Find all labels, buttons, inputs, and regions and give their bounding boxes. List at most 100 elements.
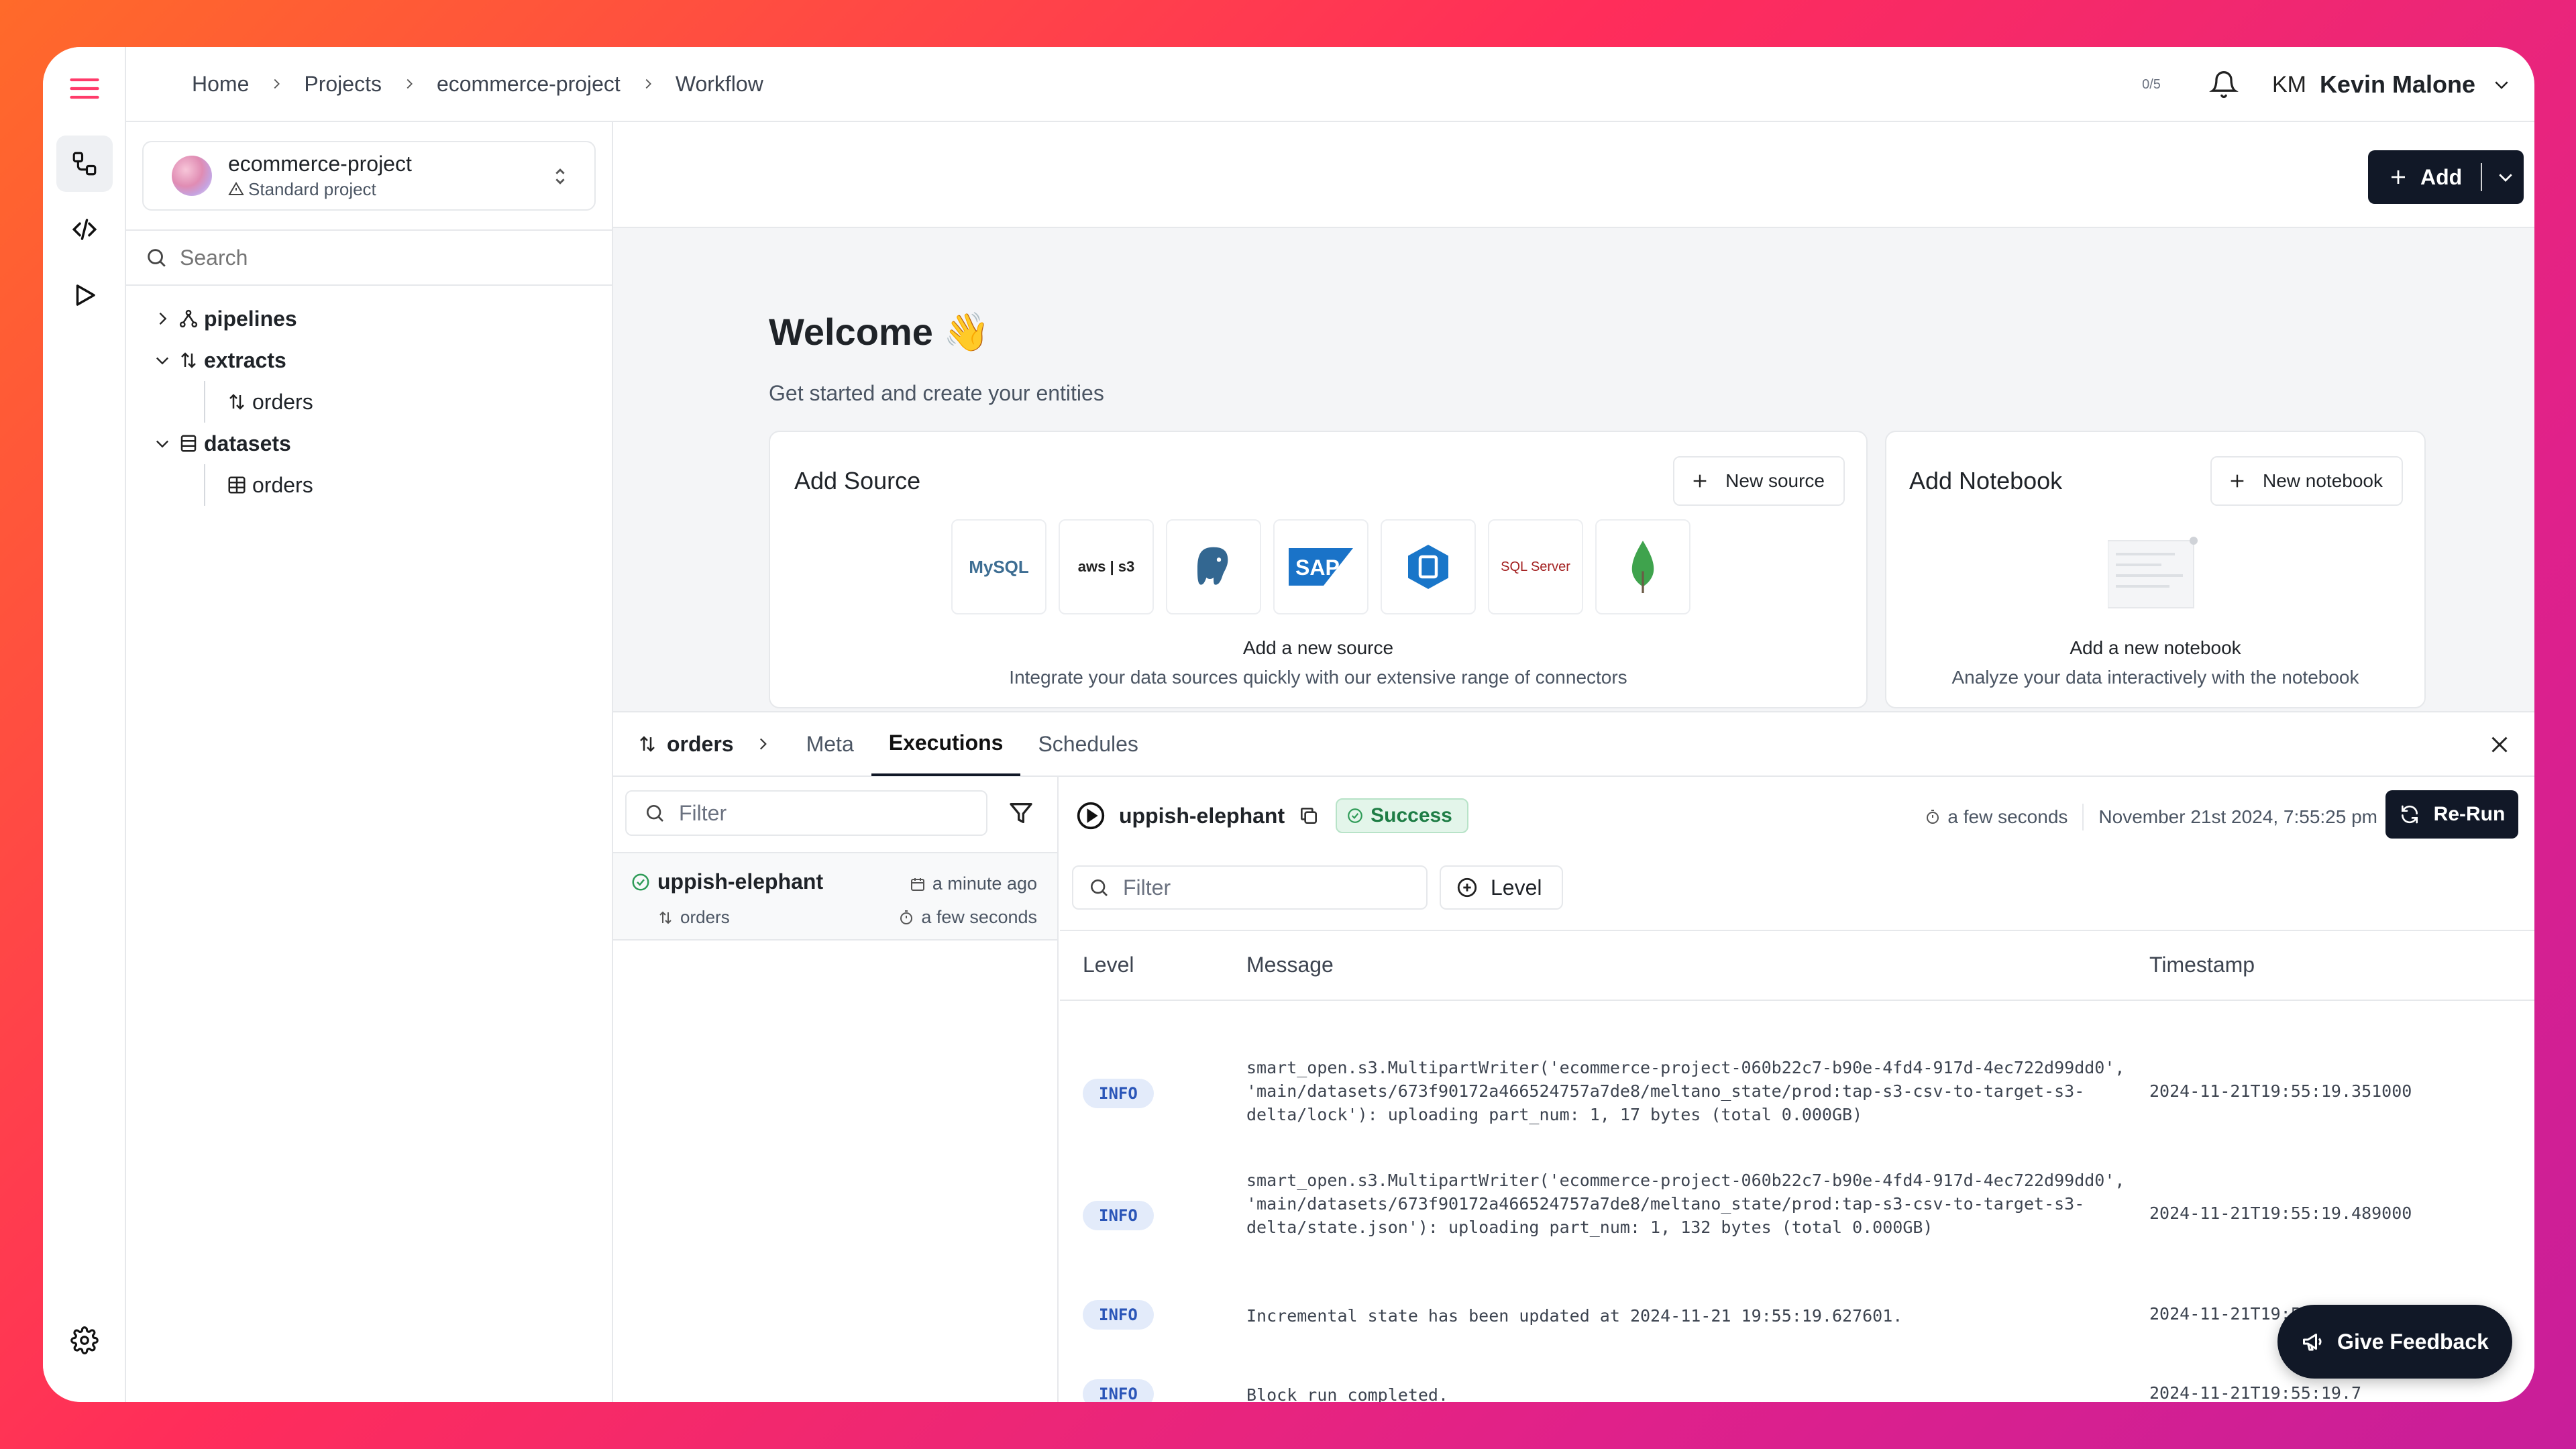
menu-icon[interactable] bbox=[67, 71, 102, 106]
source-description: Integrate your data sources quickly with… bbox=[1009, 667, 1627, 688]
new-notebook-button[interactable]: New notebook bbox=[2210, 456, 2403, 506]
execution-duration-label: a few seconds bbox=[921, 907, 1037, 927]
run-header: uppish-elephant Success bbox=[1076, 796, 1468, 836]
chevron-down-icon[interactable] bbox=[153, 434, 172, 453]
give-feedback-button[interactable]: Give Feedback bbox=[2277, 1305, 2512, 1379]
close-icon[interactable] bbox=[2487, 733, 2512, 757]
give-feedback-label: Give Feedback bbox=[2337, 1329, 2489, 1354]
notebook-preview-icon bbox=[2108, 537, 2198, 608]
add-button[interactable]: Add bbox=[2368, 150, 2524, 204]
sidebar-search-input[interactable] bbox=[180, 245, 555, 270]
source-caption: Add a new source bbox=[1242, 637, 1394, 658]
megaphone-icon bbox=[2303, 1334, 2322, 1351]
arrows-updown-icon bbox=[640, 736, 655, 752]
run-nav-button[interactable] bbox=[56, 267, 113, 323]
project-sidebar: ecommerce-project Standard project pipel… bbox=[126, 122, 613, 1402]
tab-executions[interactable]: Executions bbox=[871, 712, 1021, 776]
level-filter-button[interactable]: Level bbox=[1440, 865, 1563, 910]
welcome-subtitle: Get started and create your entities bbox=[769, 381, 1104, 405]
new-source-button[interactable]: New source bbox=[1673, 456, 1845, 506]
arrows-updown-icon bbox=[229, 394, 244, 410]
workflow-nav-button[interactable] bbox=[56, 136, 113, 192]
chevron-updown-icon bbox=[555, 168, 565, 184]
tree-label: datasets bbox=[204, 431, 291, 455]
chevron-down-icon[interactable] bbox=[153, 351, 172, 370]
new-source-label: New source bbox=[1725, 470, 1825, 491]
chevron-down-icon[interactable] bbox=[2496, 167, 2516, 187]
tree-guide bbox=[204, 381, 205, 423]
plus-icon bbox=[2392, 170, 2405, 184]
arrows-updown-icon bbox=[181, 352, 196, 368]
project-name: ecommerce-project bbox=[228, 152, 412, 176]
azure-db-icon bbox=[1408, 545, 1448, 589]
level-badge: INFO bbox=[1083, 1079, 1154, 1108]
connector-sap[interactable]: SAP bbox=[1273, 519, 1368, 614]
tree-item-pipelines[interactable]: pipelines bbox=[126, 298, 612, 339]
chevron-right-icon[interactable] bbox=[153, 309, 172, 328]
run-name: uppish-elephant bbox=[1119, 803, 1285, 828]
search-icon bbox=[1091, 879, 1108, 896]
breadcrumb-workflow[interactable]: Workflow bbox=[676, 72, 763, 97]
tree-item-datasets-orders[interactable]: orders bbox=[126, 464, 612, 506]
breadcrumb-home[interactable]: Home bbox=[192, 72, 249, 97]
bell-icon[interactable] bbox=[2208, 70, 2239, 99]
log-filter[interactable]: Filter bbox=[1072, 865, 1428, 910]
chevron-right-icon bbox=[645, 78, 651, 89]
plus-icon bbox=[2231, 474, 2244, 488]
table-row[interactable]: INFO Block run completed. 2024-11-21T19:… bbox=[1060, 1379, 2534, 1402]
chevron-right-icon bbox=[407, 78, 413, 89]
log-timestamp: 2024-11-21T19:55:19.7 bbox=[2149, 1383, 2362, 1402]
tree-label: pipelines bbox=[204, 306, 297, 331]
connector-mongodb[interactable] bbox=[1595, 519, 1690, 614]
breadcrumb-project[interactable]: ecommerce-project bbox=[437, 72, 621, 97]
column-timestamp: Timestamp bbox=[2149, 953, 2255, 977]
connector-tiles: MySQL aws | s3 SAP SQL Server bbox=[951, 519, 1703, 614]
connector-mysql[interactable]: MySQL bbox=[951, 519, 1046, 614]
refresh-icon bbox=[2401, 805, 2418, 824]
status-badge: Success bbox=[1336, 798, 1468, 833]
card-title: Add Notebook bbox=[1909, 467, 2063, 494]
rerun-label: Re-Run bbox=[2433, 803, 2506, 825]
warning-icon bbox=[228, 182, 244, 195]
entity-crumb[interactable]: orders bbox=[637, 732, 734, 757]
project-switcher[interactable]: ecommerce-project Standard project bbox=[142, 141, 596, 211]
tab-schedules[interactable]: Schedules bbox=[1020, 712, 1155, 776]
breadcrumb-projects[interactable]: Projects bbox=[304, 72, 382, 97]
notebook-caption: Add a new notebook bbox=[2070, 637, 2241, 658]
onboarding-counter[interactable]: 0/5 bbox=[2142, 77, 2161, 93]
icon-rail bbox=[43, 47, 126, 1402]
notebook-description: Analyze your data interactively with the… bbox=[1951, 667, 2359, 688]
chevron-right-icon bbox=[759, 738, 767, 750]
execution-filter[interactable]: Filter bbox=[625, 790, 987, 836]
filter-funnel-icon[interactable] bbox=[1008, 800, 1034, 826]
connector-postgres[interactable] bbox=[1166, 519, 1261, 614]
connector-s3[interactable]: aws | s3 bbox=[1059, 519, 1154, 614]
settings-button[interactable] bbox=[56, 1312, 113, 1368]
table-row[interactable]: INFO smart_open.s3.MultipartWriter('ecom… bbox=[1060, 1045, 2534, 1139]
entity-tabs: orders Meta Executions Schedules bbox=[613, 712, 2534, 777]
rerun-button[interactable]: Re-Run bbox=[2385, 790, 2518, 839]
level-badge: INFO bbox=[1083, 1201, 1154, 1230]
connector-sqlserver[interactable]: SQL Server bbox=[1488, 519, 1583, 614]
entity-name: orders bbox=[667, 731, 734, 756]
tree-item-extracts-orders[interactable]: orders bbox=[126, 381, 612, 423]
execution-duration: a few seconds bbox=[898, 907, 1037, 928]
level-badge: INFO bbox=[1083, 1379, 1154, 1402]
log-message: smart_open.s3.MultipartWriter('ecommerce… bbox=[1246, 1171, 2125, 1237]
connector-azure[interactable] bbox=[1381, 519, 1476, 614]
code-icon bbox=[72, 219, 97, 240]
plus-icon bbox=[1693, 474, 1707, 488]
table-row[interactable]: INFO smart_open.s3.MultipartWriter('ecom… bbox=[1060, 1165, 2534, 1265]
play-circle-icon bbox=[1077, 802, 1105, 830]
tree-item-datasets[interactable]: datasets bbox=[126, 423, 612, 464]
tab-meta[interactable]: Meta bbox=[789, 712, 871, 776]
arrows-updown-icon bbox=[659, 911, 672, 924]
tree-label: orders bbox=[252, 472, 313, 497]
user-menu[interactable]: KM Kevin Malone bbox=[2272, 70, 2512, 99]
tree-item-extracts[interactable]: extracts bbox=[126, 339, 612, 381]
run-datetime: November 21st 2024, 7:55:25 pm bbox=[2098, 806, 2377, 827]
add-source-card: Add Source New source MySQL aws | s3 SAP… bbox=[769, 431, 1868, 708]
code-nav-button[interactable] bbox=[56, 201, 113, 258]
copy-icon[interactable] bbox=[1298, 805, 1320, 826]
execution-item[interactable]: uppish-elephant orders a minute ago a fe… bbox=[613, 852, 1057, 941]
